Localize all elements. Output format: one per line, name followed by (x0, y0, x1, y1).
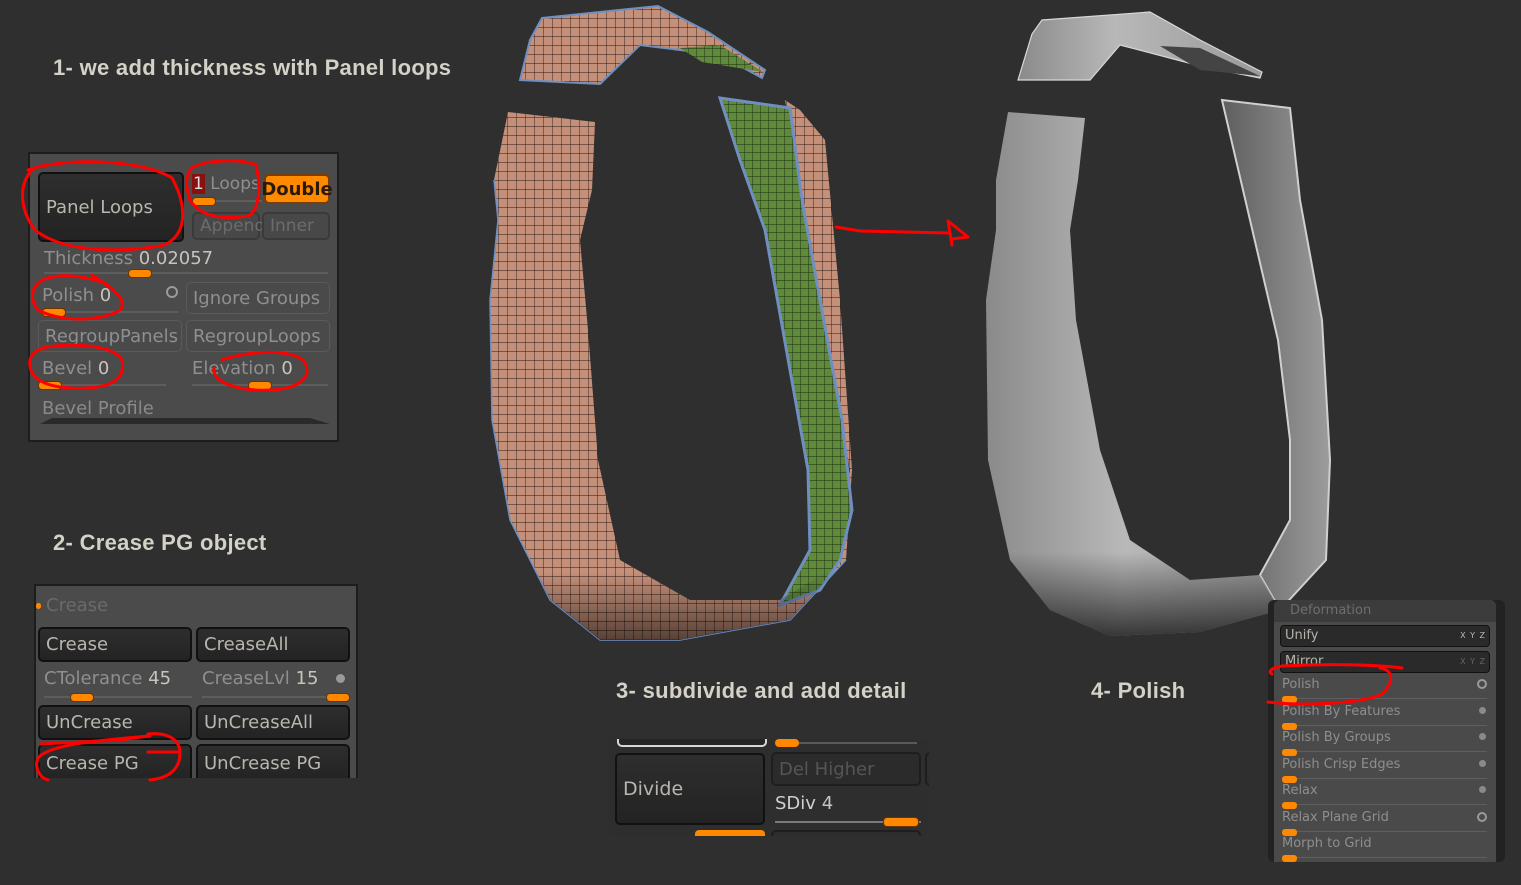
unify-label: Unify (1285, 628, 1319, 643)
inner-button[interactable]: Inner (262, 212, 330, 240)
deform-slider-label: Polish By Features (1282, 704, 1401, 719)
uncrease-button[interactable]: UnCrease (38, 705, 192, 740)
step-2-title: 2- Crease PG object (53, 530, 267, 555)
subdivide-panel: Divide Del Higher SDiv 4 (609, 739, 929, 836)
crease-header[interactable]: Crease (46, 595, 108, 616)
elevation-label: Elevation (192, 358, 276, 379)
sdiv-label: SDiv (775, 793, 816, 814)
ctolerance-slider[interactable]: CTolerance 45 (44, 668, 192, 702)
thickness-slider[interactable]: Thickness 0.02057 (44, 248, 328, 278)
deform-slider-polish-by-groups[interactable]: Polish By Groups (1282, 727, 1487, 756)
next-button-edge[interactable] (925, 752, 929, 786)
polish-label: Polish (42, 285, 95, 306)
append-button[interactable]: Append (192, 212, 265, 240)
deform-slider-relax-plane-grid[interactable]: Relax Plane Grid (1282, 807, 1487, 836)
deform-slider-label: Polish (1282, 677, 1320, 692)
uncrease-all-button[interactable]: UnCreaseAll (196, 705, 350, 740)
loops-value: 1 (192, 174, 205, 194)
creaselvl-indicator-icon (336, 674, 345, 683)
deform-slider-polish[interactable]: Polish (1282, 674, 1487, 703)
crease-panel: Crease Crease CreaseAll CTolerance 45 Cr… (34, 584, 358, 778)
previous-slider-knob[interactable] (775, 739, 799, 747)
lower-button-edge-2[interactable] (771, 830, 921, 836)
creaselvl-slider-knob[interactable] (326, 693, 350, 702)
step-4-title: 4- Polish (1091, 678, 1186, 703)
deform-slider-label: Morph to Grid (1282, 836, 1372, 851)
regroup-loops-button[interactable]: RegroupLoops (186, 320, 330, 352)
polish-slider-knob[interactable] (42, 308, 66, 317)
thickness-label: Thickness (44, 248, 133, 269)
creaselvl-slider[interactable]: CreaseLvl 15 (202, 668, 350, 702)
deform-slider-polish-by-features[interactable]: Polish By Features (1282, 701, 1487, 730)
panel-loops-panel: Panel Loops 1 Loops Double Append Inner … (28, 152, 339, 442)
deform-slider-label: Relax (1282, 783, 1318, 798)
panel-loops-button[interactable]: Panel Loops (38, 172, 184, 242)
previous-slider-track (799, 742, 917, 744)
regroup-panels-button[interactable]: RegroupPanels (38, 320, 182, 352)
dot-toggle-icon[interactable] (1479, 733, 1486, 740)
polish-slider[interactable]: Polish 0 (42, 285, 178, 317)
ring-toggle-icon[interactable] (1477, 679, 1487, 689)
ring-toggle-icon[interactable] (1477, 812, 1487, 822)
bevel-slider-knob[interactable] (38, 381, 62, 390)
unify-button[interactable]: Unify X Y Z (1280, 625, 1490, 647)
step-1-title: 1- we add thickness with Panel loops (53, 55, 452, 80)
deform-slider-label: Relax Plane Grid (1282, 810, 1389, 825)
slider-knob[interactable] (1282, 855, 1297, 862)
crease-header-dot-icon (36, 603, 41, 609)
bevel-slider[interactable]: Bevel 0 (38, 358, 166, 390)
bevel-value: 0 (97, 358, 110, 379)
unify-xyz-axis-icon[interactable]: X Y Z (1460, 626, 1486, 645)
mirror-xyz-axis-icon[interactable]: X Y Z (1460, 652, 1486, 671)
wireframe-mesh-model (489, 4, 854, 641)
bevel-label: Bevel (42, 358, 93, 379)
polish-mode-toggle-icon[interactable] (166, 286, 178, 298)
deform-slider-relax[interactable]: Relax (1282, 780, 1487, 809)
divide-button[interactable]: Divide (615, 753, 765, 825)
lower-button-edge[interactable] (695, 830, 765, 836)
deform-slider-label: Polish By Groups (1282, 730, 1391, 745)
loops-label: Loops (210, 174, 260, 194)
elevation-value: 0 (281, 358, 293, 379)
deform-slider-morph-to-grid[interactable]: Morph to Grid (1282, 833, 1487, 862)
polish-value: 0 (99, 285, 112, 306)
del-higher-button[interactable]: Del Higher (771, 752, 921, 786)
sdiv-slider[interactable]: SDiv 4 (775, 793, 921, 827)
dot-toggle-icon[interactable] (1479, 707, 1486, 714)
polished-mesh-model (986, 11, 1332, 636)
ctolerance-slider-knob[interactable] (70, 693, 94, 702)
crease-button[interactable]: Crease (38, 627, 192, 662)
sdiv-slider-knob[interactable] (883, 817, 919, 827)
bevel-profile-curve[interactable] (40, 408, 330, 424)
thickness-slider-knob[interactable] (128, 269, 152, 278)
creaselvl-label: CreaseLvl (202, 668, 290, 689)
thickness-value: 0.02057 (138, 248, 214, 269)
mirror-label: Mirror (1285, 654, 1324, 669)
mirror-button[interactable]: Mirror X Y Z (1280, 651, 1490, 673)
loops-slider[interactable]: 1 Loops (192, 174, 262, 206)
ctolerance-label: CTolerance (44, 668, 143, 689)
step-3-title: 3- subdivide and add detail (616, 678, 907, 703)
deformation-panel: Deformation Unify X Y Z Mirror X Y Z Pol… (1268, 600, 1505, 862)
crease-all-button[interactable]: CreaseAll (196, 627, 350, 662)
previous-button-edge[interactable] (617, 739, 767, 747)
uncrease-pg-button[interactable]: UnCrease PG (196, 744, 350, 778)
deform-slider-label: Polish Crisp Edges (1282, 757, 1401, 772)
elevation-slider-knob[interactable] (248, 381, 272, 390)
dot-toggle-icon[interactable] (1479, 786, 1486, 793)
deformation-header[interactable]: Deformation (1274, 600, 1496, 622)
sdiv-value: 4 (821, 793, 834, 814)
loops-slider-knob[interactable] (192, 197, 216, 206)
crease-pg-button[interactable]: Crease PG (38, 744, 192, 778)
deform-slider-polish-crisp-edges[interactable]: Polish Crisp Edges (1282, 754, 1487, 783)
creaselvl-value: 15 (295, 668, 319, 689)
ctolerance-value: 45 (148, 668, 172, 689)
elevation-slider[interactable]: Elevation 0 (192, 358, 328, 390)
ignore-groups-button[interactable]: Ignore Groups (186, 282, 330, 314)
dot-toggle-icon[interactable] (1479, 760, 1486, 767)
double-button[interactable]: Double (261, 174, 333, 204)
